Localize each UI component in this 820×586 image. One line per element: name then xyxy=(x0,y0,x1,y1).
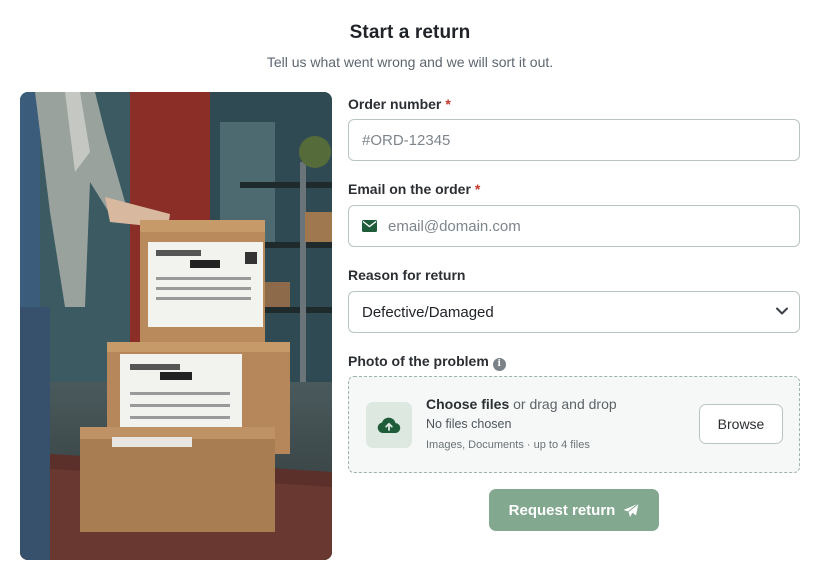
browse-button[interactable]: Browse xyxy=(699,404,783,444)
choose-files-link[interactable]: Choose files xyxy=(426,396,509,412)
envelope-icon xyxy=(362,220,377,232)
reason-selected-value: Defective/Damaged xyxy=(362,303,494,321)
paper-plane-icon xyxy=(615,502,640,518)
page-header: Start a return Tell us what went wrong a… xyxy=(0,22,820,70)
required-mark: * xyxy=(445,96,451,112)
info-icon[interactable]: i xyxy=(492,358,506,371)
file-dropzone[interactable]: Choose files or drag and drop No files c… xyxy=(348,376,800,473)
email-field[interactable] xyxy=(348,205,800,247)
page-title: Start a return xyxy=(349,22,471,43)
reason-label: Reason for return xyxy=(348,267,465,283)
reason-label-text: Reason for return xyxy=(348,267,466,283)
email-input[interactable] xyxy=(388,217,799,235)
email-label-text: Email on the order xyxy=(348,181,471,197)
file-status: No files chosen xyxy=(426,417,512,431)
drag-drop-text: or drag and drop xyxy=(513,396,617,412)
photo-label: Photo of the problem i xyxy=(348,353,506,371)
reason-select[interactable]: Defective/Damaged xyxy=(348,291,800,333)
packages-photo xyxy=(20,92,332,560)
request-return-label: Request return xyxy=(508,501,616,519)
email-label: Email on the order * xyxy=(348,181,480,197)
file-hint: Images, Documents · up to 4 files xyxy=(426,439,590,451)
photo-label-text: Photo of the problem xyxy=(348,353,489,369)
order-number-field[interactable] xyxy=(348,119,800,161)
required-mark: * xyxy=(474,181,481,197)
chevron-down-icon xyxy=(775,304,789,322)
order-number-input[interactable] xyxy=(362,131,799,149)
order-number-label-text: Order number xyxy=(348,96,442,112)
dropzone-text: Choose files or drag and drop No files c… xyxy=(426,396,617,451)
page-subtitle: Tell us what went wrong and we will sort… xyxy=(266,54,554,70)
request-return-button[interactable]: Request return xyxy=(489,489,659,531)
cloud-upload-icon xyxy=(366,402,412,448)
dropzone-instruction: Choose files or drag and drop xyxy=(426,396,617,412)
order-number-label: Order number * xyxy=(348,96,451,112)
